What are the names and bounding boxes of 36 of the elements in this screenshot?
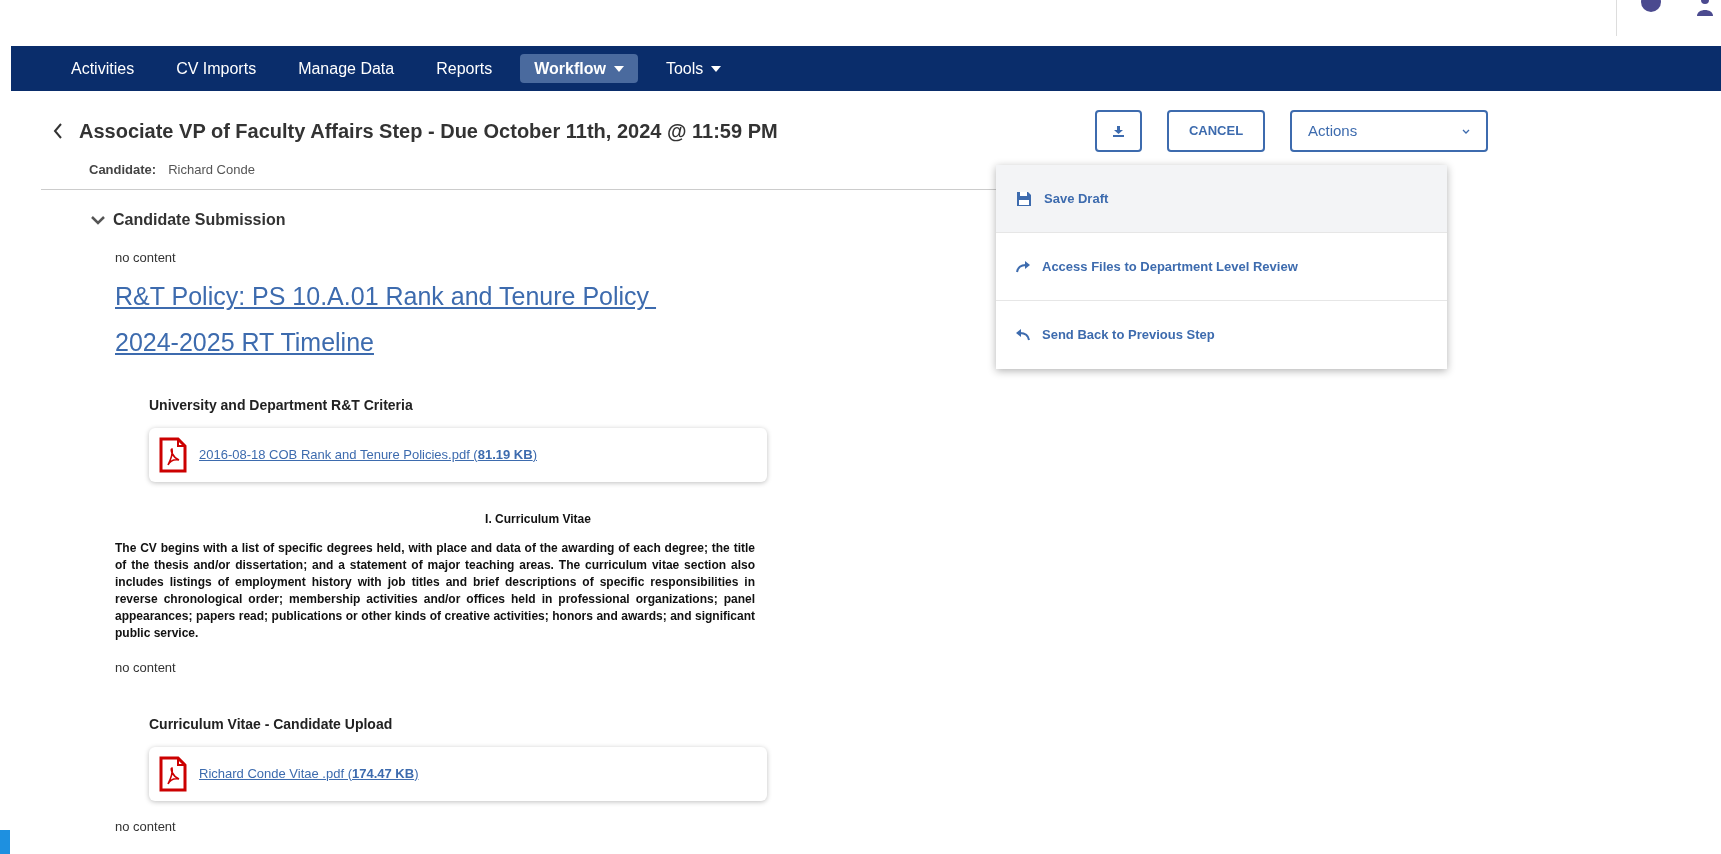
- menu-item[interactable]: Save Draft: [996, 165, 1447, 233]
- file-link[interactable]: 2016-08-18 COB Rank and Tenure Policies.pdf (81.19 KB): [199, 445, 537, 465]
- nav-tab[interactable]: Manage Data: [284, 54, 409, 83]
- nav-tab[interactable]: CV Imports: [162, 54, 271, 83]
- redo-arrow-icon: [1016, 260, 1030, 273]
- chevron-down-icon: [1462, 128, 1470, 134]
- download-icon: [1113, 125, 1124, 137]
- section-title: Candidate Submission: [113, 209, 286, 230]
- file-link[interactable]: Richard Conde Vitae .pdf (174.47 KB): [199, 763, 419, 784]
- attachment-title: University and Department R&T Criteria: [149, 396, 413, 415]
- nav-tab[interactable]: Reports: [422, 54, 507, 83]
- back-chevron-icon[interactable]: [53, 123, 63, 139]
- nav-tab[interactable]: Tools: [651, 54, 736, 83]
- pdf-file-icon: [159, 437, 187, 473]
- nav-tab[interactable]: Activities: [57, 54, 149, 83]
- nav-tab[interactable]: Workflow: [520, 54, 638, 83]
- no-content-note: no content: [115, 248, 176, 267]
- user-icon[interactable]: [1697, 0, 1713, 16]
- page-title: Associate VP of Faculty Affairs Step - Due October 11th, 2024 @ 11:59 PM: [79, 119, 778, 144]
- pdf-file-icon: [159, 755, 187, 792]
- menu-item[interactable]: Access Files to Department Level Review: [996, 233, 1447, 301]
- policy-link[interactable]: R&T Policy: PS 10.A.01 Rank and Tenure Policy: [115, 279, 657, 313]
- menu-item[interactable]: Send Back to Previous Step: [996, 301, 1447, 369]
- download-button[interactable]: [1095, 110, 1142, 152]
- no-content-note: no content: [115, 659, 176, 677]
- actions-dropdown[interactable]: Actions: [1290, 110, 1488, 152]
- no-content-note: no content: [115, 817, 176, 836]
- policy-link[interactable]: 2024-2025 RT Timeline: [115, 325, 374, 359]
- section-heading: I. Curriculum Vitae: [485, 511, 591, 528]
- candidate-name: Richard Conde: [168, 161, 255, 179]
- undo-arrow-icon: [1016, 329, 1030, 341]
- cancel-button[interactable]: CANCEL: [1167, 110, 1265, 152]
- attachment-title: Curriculum Vitae - Candidate Upload: [149, 714, 393, 734]
- cv-description-paragraph: The CV begins with a list of specific degrees held, with place and data of the awarding of each degree; the title of the thesis and/or dissertation; and a statement of major teaching areas. The curriculum vitae section also includes listings of employment history with job titles and brief descriptions of specific responsibilities in reverse chronological order; membership activities and/or offices held in professional organizations; panel appearances; papers read; publications or other kinds of creative activities; honors and awards; and significant public service.: [115, 540, 755, 642]
- chevron-icon[interactable]: [91, 214, 105, 225]
- candidate-label: Candidate:: [89, 161, 157, 179]
